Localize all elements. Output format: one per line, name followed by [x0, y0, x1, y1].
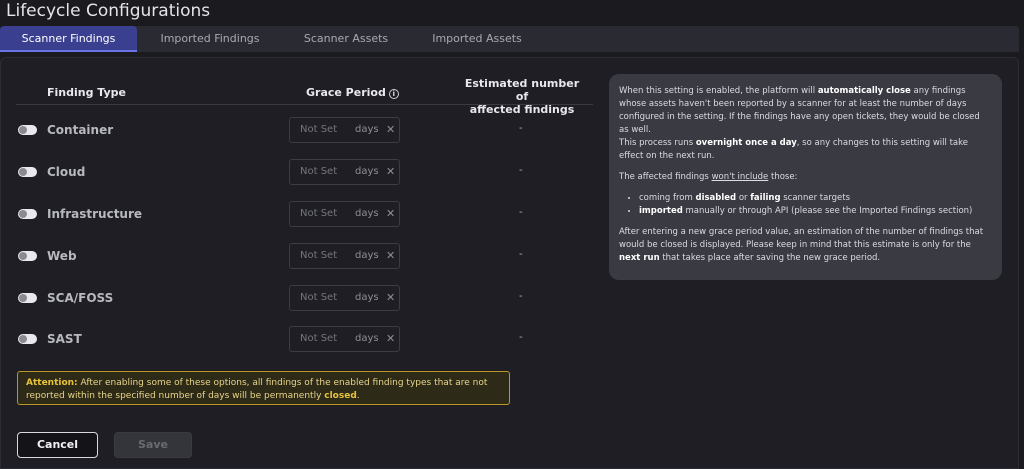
clear-icon[interactable]: ✕	[386, 332, 395, 345]
info-text: coming from	[639, 193, 696, 203]
estimate-value: -	[519, 331, 523, 343]
attention-end: .	[356, 391, 360, 401]
clear-icon[interactable]: ✕	[386, 207, 395, 220]
estimate-value: -	[519, 248, 523, 260]
header-finding-type: Finding Type	[47, 86, 126, 99]
enable-toggle-container[interactable]	[18, 125, 37, 135]
info-strong: overnight once a day	[695, 138, 797, 148]
header-grace-period: Grace Period i	[306, 86, 399, 99]
info-strong: disabled	[695, 193, 737, 203]
grace-period-field[interactable]: Not Set days ✕	[289, 201, 400, 227]
attention-text: After enabling some of these options, al…	[26, 378, 488, 401]
grace-unit-label: days	[355, 333, 379, 344]
table-row: Infrastructure Not Set days ✕ -	[16, 201, 593, 229]
info-text: that takes place after saving the new gr…	[659, 253, 881, 263]
row-label: Cloud	[47, 165, 86, 179]
info-text: This process runs	[619, 138, 696, 148]
clear-icon[interactable]: ✕	[386, 249, 395, 262]
info-strong: next run	[619, 253, 660, 263]
info-underline: won't include	[711, 172, 769, 182]
tab-imported-findings[interactable]: Imported Findings	[137, 26, 283, 52]
grace-unit-label: days	[355, 250, 379, 261]
info-paragraph-2: The affected findings won't include thos…	[619, 171, 992, 184]
grace-unit-label: days	[355, 124, 379, 135]
tab-bar: Scanner Findings Imported Findings Scann…	[0, 26, 1019, 52]
info-text: scanner targets	[780, 193, 851, 203]
header-estimated: Estimated number of affected findings	[462, 77, 582, 116]
table-row: SAST Not Set days ✕ -	[16, 326, 593, 354]
attention-banner: Attention: After enabling some of these …	[17, 371, 510, 405]
info-icon[interactable]: i	[388, 89, 399, 99]
list-item: imported manually or through API (please…	[639, 205, 992, 218]
grace-period-input[interactable]: Not Set	[300, 166, 337, 177]
grace-period-field[interactable]: Not Set days ✕	[289, 243, 400, 269]
save-button[interactable]: Save	[114, 432, 192, 458]
page-title: Lifecycle Configurations	[6, 1, 211, 21]
table-row: Cloud Not Set days ✕ -	[16, 159, 593, 187]
grace-unit-label: days	[355, 208, 379, 219]
estimate-value: -	[519, 290, 523, 302]
estimate-value: -	[519, 164, 523, 176]
grace-period-input[interactable]: Not Set	[300, 124, 337, 135]
info-text: or	[736, 193, 751, 203]
estimate-value: -	[519, 122, 523, 134]
clear-icon[interactable]: ✕	[386, 165, 395, 178]
row-label: SAST	[47, 332, 82, 346]
enable-toggle-sca-foss[interactable]	[18, 293, 37, 303]
estimate-value: -	[519, 206, 523, 218]
tab-scanner-assets[interactable]: Scanner Assets	[283, 26, 409, 52]
grace-period-input[interactable]: Not Set	[300, 333, 337, 344]
header-divider	[16, 104, 593, 105]
attention-label: Attention:	[26, 378, 78, 388]
clear-icon[interactable]: ✕	[386, 291, 395, 304]
info-text: manually or through API (please see the …	[682, 206, 973, 216]
row-label: Container	[47, 123, 114, 137]
attention-strong: closed	[324, 391, 357, 401]
grace-unit-label: days	[355, 166, 379, 177]
cancel-button[interactable]: Cancel	[17, 432, 98, 458]
info-text: The affected findings	[619, 172, 712, 182]
info-strong: automatically close	[817, 86, 911, 96]
enable-toggle-sast[interactable]	[18, 334, 37, 344]
table-row: Container Not Set days ✕ -	[16, 117, 593, 145]
enable-toggle-infrastructure[interactable]	[18, 209, 37, 219]
info-paragraph-1: When this setting is enabled, the platfo…	[619, 85, 992, 163]
grace-period-field[interactable]: Not Set days ✕	[289, 285, 400, 311]
enable-toggle-web[interactable]	[18, 251, 37, 261]
grace-period-field[interactable]: Not Set days ✕	[289, 159, 400, 185]
info-strong: failing	[750, 193, 781, 203]
table-row: Web Not Set days ✕ -	[16, 243, 593, 271]
info-paragraph-3: After entering a new grace period value,…	[619, 226, 992, 265]
grace-period-input[interactable]: Not Set	[300, 292, 337, 303]
enable-toggle-cloud[interactable]	[18, 167, 37, 177]
table-row: SCA/FOSS Not Set days ✕ -	[16, 285, 593, 313]
info-text: those:	[768, 172, 798, 182]
list-item: coming from disabled or failing scanner …	[639, 192, 992, 205]
row-label: Infrastructure	[47, 207, 143, 221]
grace-unit-label: days	[355, 292, 379, 303]
grace-period-input[interactable]: Not Set	[300, 208, 337, 219]
header-estimated-line1: Estimated number of	[464, 77, 580, 103]
tab-scanner-findings[interactable]: Scanner Findings	[0, 26, 137, 52]
row-label: SCA/FOSS	[47, 291, 114, 305]
grace-period-input[interactable]: Not Set	[300, 250, 337, 261]
row-label: Web	[47, 249, 77, 263]
info-strong: imported	[639, 206, 683, 216]
tab-imported-assets[interactable]: Imported Assets	[409, 26, 545, 52]
info-text: After entering a new grace period value,…	[619, 227, 984, 250]
info-panel: When this setting is enabled, the platfo…	[609, 74, 1002, 280]
header-grace-period-label: Grace Period	[306, 86, 386, 99]
grace-period-field[interactable]: Not Set days ✕	[289, 326, 400, 352]
info-list: coming from disabled or failing scanner …	[639, 192, 992, 218]
info-text: When this setting is enabled, the platfo…	[619, 86, 818, 96]
grace-period-field[interactable]: Not Set days ✕	[289, 117, 400, 143]
clear-icon[interactable]: ✕	[386, 123, 395, 136]
